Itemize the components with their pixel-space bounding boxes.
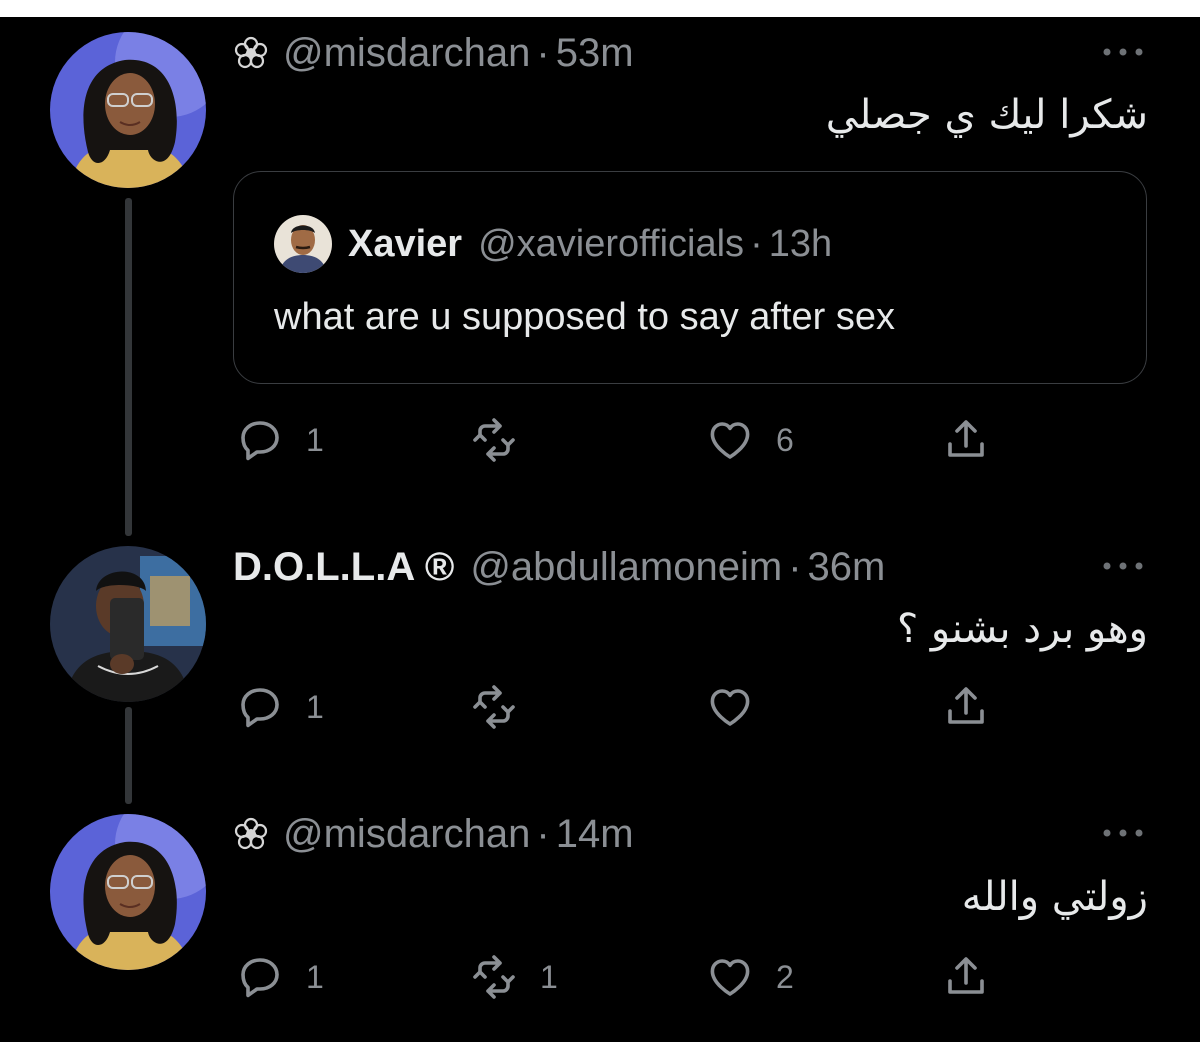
user-handle[interactable]: @misdarchan: [283, 812, 530, 857]
quote-user-name: Xavier: [348, 222, 463, 265]
share-icon: [942, 953, 990, 1001]
retweet-button[interactable]: 1: [470, 952, 558, 1002]
tweet-text: شكرا ليك ي جصلي: [825, 92, 1148, 138]
reply-button[interactable]: 1: [236, 952, 324, 1002]
share-button[interactable]: [942, 952, 990, 1002]
share-button[interactable]: [942, 415, 990, 465]
quote-avatar: [274, 215, 332, 273]
quote-user-handle: @xavierofficials: [478, 222, 745, 265]
more-icon[interactable]: [1100, 826, 1146, 840]
thread-line: [125, 198, 132, 536]
like-button[interactable]: [706, 682, 776, 732]
avatar[interactable]: [50, 814, 206, 970]
more-icon[interactable]: [1100, 559, 1146, 573]
separator-dot: ·: [536, 30, 550, 75]
user-handle[interactable]: @misdarchan: [283, 31, 530, 76]
heart-icon: [706, 416, 754, 464]
retweet-button[interactable]: [470, 415, 540, 465]
share-button[interactable]: [942, 682, 990, 732]
like-count: 2: [776, 958, 794, 995]
timestamp[interactable]: 36m: [808, 545, 886, 590]
reply-button[interactable]: 1: [236, 682, 324, 732]
retweet-icon: [470, 953, 518, 1001]
share-icon: [942, 683, 990, 731]
reply-count: 1: [306, 421, 324, 458]
user-name[interactable]: D.O.L.L.A ®: [233, 545, 454, 590]
tweet-header: D.O.L.L.A ® @abdullamoneim · 36m: [233, 542, 885, 592]
more-icon[interactable]: [1100, 45, 1146, 59]
retweet-button[interactable]: [470, 682, 540, 732]
reply-count: 1: [306, 958, 324, 995]
reply-count: 1: [306, 688, 324, 725]
avatar[interactable]: [50, 546, 206, 702]
quote-text: what are u supposed to say after sex: [274, 296, 896, 338]
retweet-icon: [470, 416, 518, 464]
reply-button[interactable]: 1: [236, 415, 324, 465]
quote-header: Xavier @xavierofficials · 13h: [274, 218, 832, 270]
tweet-header: @misdarchan · 53m: [233, 28, 634, 78]
like-button[interactable]: 2: [706, 952, 794, 1002]
quote-tweet[interactable]: Xavier @xavierofficials · 13h what are u…: [233, 171, 1147, 384]
tweet-text: وهو برد بشنو ؟: [896, 606, 1148, 652]
user-handle[interactable]: @abdullamoneim: [470, 545, 782, 590]
timestamp[interactable]: 14m: [556, 812, 634, 857]
flower-emoji-icon: [233, 816, 269, 852]
tweet-header: @misdarchan · 14m: [233, 809, 634, 859]
tweet-text: زولتي والله: [961, 874, 1148, 920]
separator-dot: ·: [750, 222, 763, 265]
heart-icon: [706, 953, 754, 1001]
thread-line: [125, 707, 132, 804]
flower-emoji-icon: [233, 35, 269, 71]
share-icon: [942, 416, 990, 464]
reply-icon: [236, 416, 284, 464]
reply-icon: [236, 683, 284, 731]
top-strip: [0, 0, 1200, 17]
retweet-icon: [470, 683, 518, 731]
separator-dot: ·: [788, 544, 802, 589]
like-count: 6: [776, 421, 794, 458]
reply-icon: [236, 953, 284, 1001]
retweet-count: 1: [540, 958, 558, 995]
timestamp[interactable]: 53m: [556, 31, 634, 76]
quote-timestamp: 13h: [768, 222, 833, 265]
like-button[interactable]: 6: [706, 415, 794, 465]
heart-icon: [706, 683, 754, 731]
avatar[interactable]: [50, 32, 206, 188]
separator-dot: ·: [536, 811, 550, 856]
